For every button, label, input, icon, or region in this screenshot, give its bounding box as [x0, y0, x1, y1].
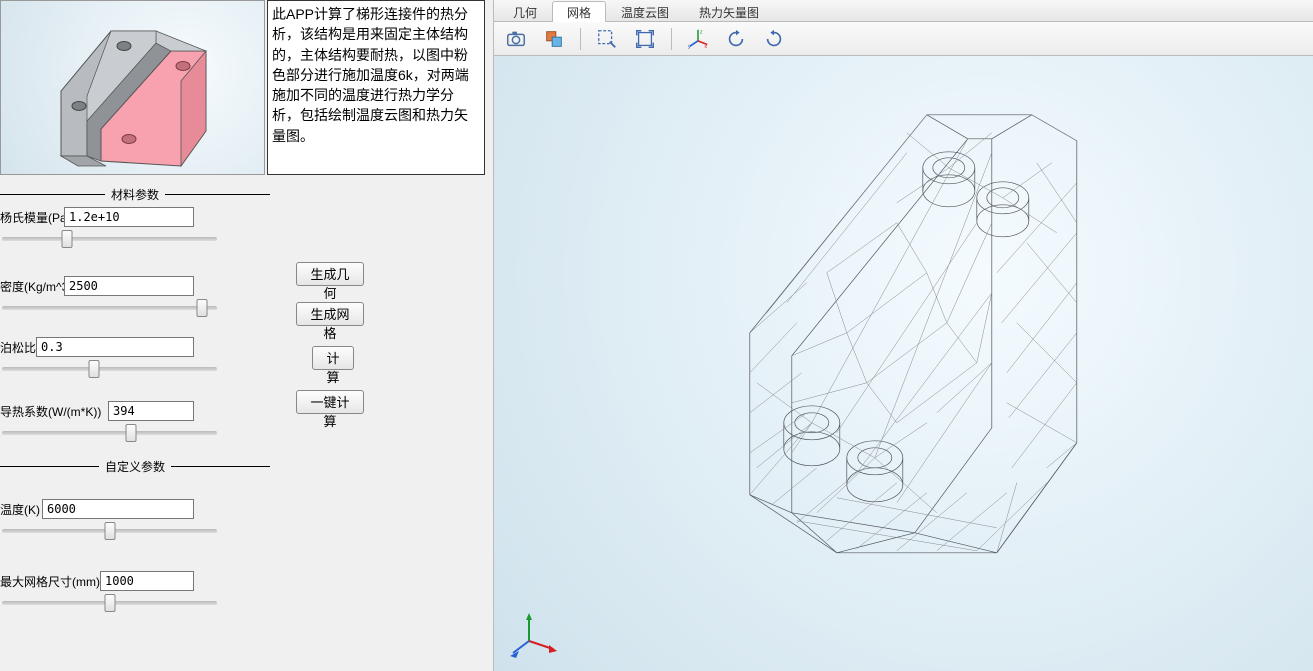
viewer-canvas[interactable]: [494, 56, 1313, 671]
section-material: 材料参数: [0, 186, 270, 203]
mesh-label: 最大网格尺寸(mm): [0, 573, 100, 590]
svg-text:y: y: [688, 44, 691, 50]
right-panel: 几何 网格 温度云图 热力矢量图 z x y: [493, 0, 1313, 671]
poisson-slider[interactable]: [2, 367, 217, 371]
generate-mesh-button[interactable]: 生成网格: [296, 302, 364, 326]
poisson-label: 泊松比: [0, 339, 36, 356]
viewer-toolbar: z x y: [494, 22, 1313, 56]
density-label: 密度(Kg/m^3): [0, 278, 64, 295]
mesh-input[interactable]: [100, 571, 194, 591]
description-text: 此APP计算了梯形连接件的热分析，该结构是用来固定主体结构的，主体结构要耐热，以…: [267, 0, 485, 175]
generate-geometry-button[interactable]: 生成几何: [296, 262, 364, 286]
density-input[interactable]: [64, 276, 194, 296]
youngs-label: 杨氏模量(Pa): [0, 209, 64, 226]
rotate-ccw-icon[interactable]: [722, 25, 750, 53]
temp-input[interactable]: [42, 499, 194, 519]
copy-view-icon[interactable]: [540, 25, 568, 53]
tab-geometry[interactable]: 几何: [498, 1, 552, 22]
axis-gadget: [509, 611, 559, 661]
one-click-compute-button[interactable]: 一键计算: [296, 390, 364, 414]
youngs-input[interactable]: [64, 207, 194, 227]
temp-label: 温度(K): [0, 501, 42, 518]
tab-temperature-cloud[interactable]: 温度云图: [606, 1, 684, 22]
conduct-label: 导热系数(W/(m*K)): [0, 403, 108, 420]
mesh-wireframe: [596, 72, 1236, 632]
conduct-input[interactable]: [108, 401, 194, 421]
tab-heat-vector[interactable]: 热力矢量图: [684, 1, 774, 22]
rotate-cw-icon[interactable]: [760, 25, 788, 53]
density-slider[interactable]: [2, 306, 217, 310]
temp-slider[interactable]: [2, 529, 217, 533]
axes-icon[interactable]: z x y: [684, 25, 712, 53]
section-custom: 自定义参数: [0, 458, 270, 475]
fit-view-icon[interactable]: [631, 25, 659, 53]
camera-icon[interactable]: [502, 25, 530, 53]
youngs-slider[interactable]: [2, 237, 217, 241]
left-panel: 此APP计算了梯形连接件的热分析，该结构是用来固定主体结构的，主体结构要耐热，以…: [0, 0, 493, 671]
svg-text:z: z: [700, 29, 703, 35]
svg-text:x: x: [704, 44, 707, 50]
tabs: 几何 网格 温度云图 热力矢量图: [494, 0, 1313, 22]
compute-button[interactable]: 计算: [312, 346, 354, 370]
tab-mesh[interactable]: 网格: [552, 1, 606, 22]
zoom-box-icon[interactable]: [593, 25, 621, 53]
mesh-slider[interactable]: [2, 601, 217, 605]
conduct-slider[interactable]: [2, 431, 217, 435]
poisson-input[interactable]: [36, 337, 194, 357]
geometry-preview: [0, 0, 265, 175]
